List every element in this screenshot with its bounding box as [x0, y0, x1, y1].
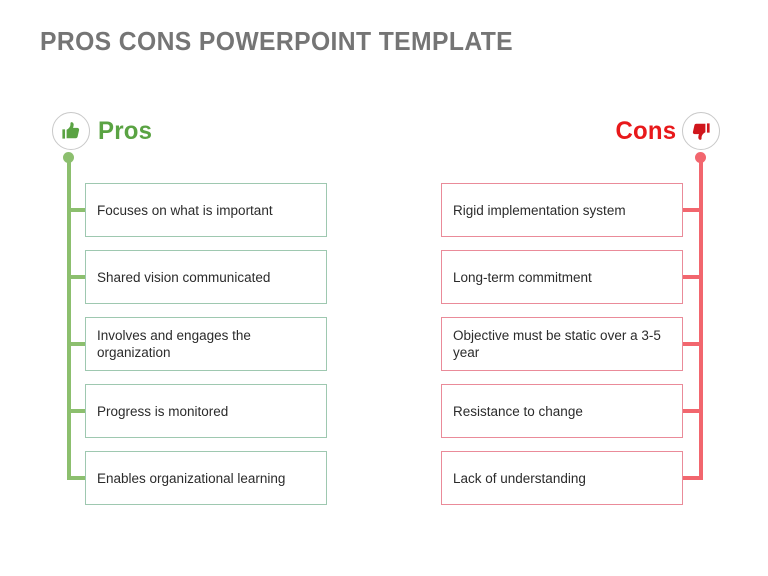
pros-row-4: Progress is monitored — [67, 384, 327, 438]
pros-connector-2 — [67, 275, 87, 279]
pros-connector-4 — [67, 409, 87, 413]
pros-item-label-5: Enables organizational learning — [97, 470, 286, 486]
pros-item-label-4: Progress is monitored — [97, 403, 229, 419]
pros-heading: Pros — [98, 117, 153, 145]
cons-row-2: Long-term commitment — [441, 250, 701, 304]
pros-row-5: Enables organizational learning — [67, 451, 327, 505]
pros-connector-1 — [67, 208, 87, 212]
pros-row-1: Focuses on what is important — [67, 183, 327, 237]
cons-heading: Cons — [615, 117, 676, 145]
cons-connector-5 — [681, 476, 701, 480]
pros-item-box-2[interactable]: Shared vision communicated — [85, 250, 327, 304]
pros-item-label-2: Shared vision communicated — [97, 269, 271, 285]
cons-item-box-1[interactable]: Rigid implementation system — [441, 183, 683, 237]
thumbs-down-icon — [682, 112, 720, 150]
pros-item-box-4[interactable]: Progress is monitored — [85, 384, 327, 438]
pros-item-box-1[interactable]: Focuses on what is important — [85, 183, 327, 237]
slide-canvas: PROS CONS POWERPOINT TEMPLATE Pros Cons … — [0, 0, 768, 576]
pros-item-box-5[interactable]: Enables organizational learning — [85, 451, 327, 505]
cons-row-4: Resistance to change — [441, 384, 701, 438]
thumbs-up-icon — [52, 112, 90, 150]
cons-connector-2 — [681, 275, 701, 279]
cons-item-box-4[interactable]: Resistance to change — [441, 384, 683, 438]
pros-row-3: Involves and engages the organization — [67, 317, 327, 371]
pros-connector-5 — [67, 476, 87, 480]
pros-item-label-1: Focuses on what is important — [97, 202, 273, 218]
cons-row-3: Objective must be static over a 3-5 year — [441, 317, 701, 371]
cons-item-label-3: Objective must be static over a 3-5 year — [453, 328, 661, 360]
pros-row-2: Shared vision communicated — [67, 250, 327, 304]
cons-item-box-5[interactable]: Lack of understanding — [441, 451, 683, 505]
cons-item-label-2: Long-term commitment — [453, 269, 592, 285]
pros-item-label-3: Involves and engages the organization — [97, 328, 251, 360]
cons-item-box-2[interactable]: Long-term commitment — [441, 250, 683, 304]
pros-item-box-3[interactable]: Involves and engages the organization — [85, 317, 327, 371]
cons-connector-4 — [681, 409, 701, 413]
cons-item-box-3[interactable]: Objective must be static over a 3-5 year — [441, 317, 683, 371]
cons-item-label-1: Rigid implementation system — [453, 202, 626, 218]
cons-connector-3 — [681, 342, 701, 346]
page-title: PROS CONS POWERPOINT TEMPLATE — [40, 26, 514, 56]
cons-row-1: Rigid implementation system — [441, 183, 701, 237]
pros-connector-3 — [67, 342, 87, 346]
cons-row-5: Lack of understanding — [441, 451, 701, 505]
cons-connector-1 — [681, 208, 701, 212]
cons-item-label-5: Lack of understanding — [453, 470, 586, 486]
cons-item-label-4: Resistance to change — [453, 403, 583, 419]
